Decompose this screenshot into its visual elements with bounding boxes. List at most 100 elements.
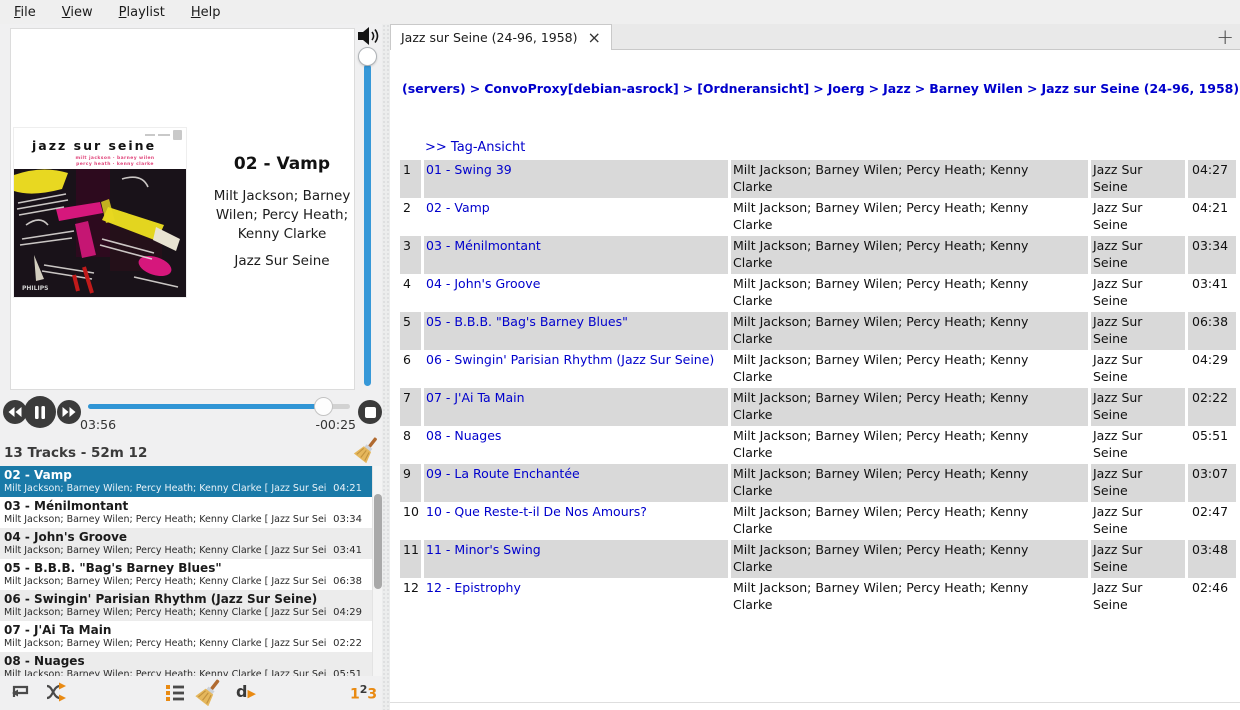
menu-view[interactable]: View [62,5,93,20]
repeat-icon[interactable] [8,680,32,704]
playlist-item[interactable]: 04 - John's GrooveMilt Jackson; Barney W… [0,528,372,559]
volume-slider[interactable] [364,64,371,386]
album-cover-title: jazz sur seine [32,138,156,153]
track-artists: Milt Jackson; Barney Wilen; Percy Heath;… [731,198,1088,236]
tab-close-icon[interactable]: × [588,31,601,45]
track-row: 505 - B.B.B. "Bag's Barney Blues"Milt Ja… [400,312,1232,350]
d-play-icon[interactable]: d▶ [236,682,256,701]
track-number: 11 [400,540,421,578]
track-row: 101 - Swing 39Milt Jackson; Barney Wilen… [400,160,1232,198]
breadcrumb-link[interactable]: (servers) [402,81,466,96]
album-art-painting: PHILIPS [14,169,186,297]
seek-bar[interactable] [88,404,350,409]
breadcrumb-separator: > [809,81,827,96]
track-row: 808 - NuagesMilt Jackson; Barney Wilen; … [400,426,1232,464]
new-tab-icon[interactable]: + [1216,25,1234,49]
track-title-cell: 04 - John's Groove [424,274,728,312]
panel-divider[interactable] [382,24,390,710]
track-title-link[interactable]: 08 - Nuages [426,428,501,443]
track-duration: 04:27 [1188,160,1236,198]
now-playing-album: Jazz Sur Seine [207,253,357,269]
playlist-item-title: 07 - J'Ai Ta Main [4,623,368,637]
playlist-item[interactable]: 05 - B.B.B. "Bag's Barney Blues"Milt Jac… [0,559,372,590]
track-duration: 03:41 [1188,274,1236,312]
track-number: 3 [400,236,421,274]
track-artists: Milt Jackson; Barney Wilen; Percy Heath;… [731,464,1088,502]
speaker-icon[interactable] [356,26,382,46]
browser-panel: Jazz sur Seine (24-96, 1958) × + (server… [390,24,1240,710]
track-album: Jazz Sur Seine [1091,388,1185,426]
track-title-link[interactable]: 03 - Ménilmontant [426,238,541,253]
track-title-link[interactable]: 07 - J'Ai Ta Main [426,390,525,405]
track-title-link[interactable]: 04 - John's Groove [426,276,540,291]
track-album: Jazz Sur Seine [1091,160,1185,198]
stop-button[interactable] [358,400,382,424]
menu-playlist[interactable]: Playlist [119,5,165,20]
playlist-item[interactable]: 06 - Swingin' Parisian Rhythm (Jazz Sur … [0,590,372,621]
clear-broom-icon[interactable] [194,678,224,706]
playlist-item-title: 04 - John's Groove [4,530,368,544]
playlist-item[interactable]: 08 - NuagesMilt Jackson; Barney Wilen; P… [0,652,372,676]
track-title-link[interactable]: 01 - Swing 39 [426,162,512,177]
track-album: Jazz Sur Seine [1091,578,1185,616]
track-title-link[interactable]: 10 - Que Reste-t-il De Nos Amours? [426,504,647,519]
seek-bar-knob[interactable] [314,397,333,416]
track-title-link[interactable]: 12 - Epistrophy [426,580,521,595]
track-row: 1111 - Minor's SwingMilt Jackson; Barney… [400,540,1232,578]
volume-slider-knob[interactable] [358,47,377,66]
pause-icon [34,406,46,419]
track-duration: 06:38 [1188,312,1236,350]
track-artists: Milt Jackson; Barney Wilen; Percy Heath;… [731,388,1088,426]
track-title-cell: 11 - Minor's Swing [424,540,728,578]
playlist-scrollbar-thumb[interactable] [374,494,382,589]
now-playing-artists: Milt Jackson; Barney Wilen; Percy Heath;… [206,187,358,244]
track-artists: Milt Jackson; Barney Wilen; Percy Heath;… [731,236,1088,274]
application-window: File View Playlist Help jazz sur seine m… [0,0,1240,710]
breadcrumb-separator: > [865,81,883,96]
playlist-item-title: 05 - B.B.B. "Bag's Barney Blues" [4,561,368,575]
playlist: 02 - VampMilt Jackson; Barney Wilen; Per… [0,466,372,676]
shuffle-icon[interactable] [44,680,70,704]
breadcrumb-link[interactable]: ConvoProxy[debian-asrock] [484,81,678,96]
breadcrumb-link[interactable]: [Ordneransicht] [697,81,809,96]
track-title-cell: 10 - Que Reste-t-il De Nos Amours? [424,502,728,540]
menu-help[interactable]: Help [191,5,221,20]
breadcrumb-link[interactable]: Joerg [828,81,865,96]
track-title-link[interactable]: 11 - Minor's Swing [426,542,541,557]
track-number: 6 [400,350,421,388]
track-row: 404 - John's GrooveMilt Jackson; Barney … [400,274,1232,312]
track-title-link[interactable]: 06 - Swingin' Parisian Rhythm (Jazz Sur … [426,352,714,367]
track-title-cell: 03 - Ménilmontant [424,236,728,274]
clear-playlist-broom-icon[interactable] [352,436,382,463]
breadcrumb-link[interactable]: Jazz sur Seine (24-96, 1958) [1041,81,1239,96]
track-title-link[interactable]: 05 - B.B.B. "Bag's Barney Blues" [426,314,628,329]
playlist-item[interactable]: 07 - J'Ai Ta MainMilt Jackson; Barney Wi… [0,621,372,652]
tag-view-link[interactable]: >> Tag-Ansicht [425,140,525,155]
track-title-cell: 06 - Swingin' Parisian Rhythm (Jazz Sur … [424,350,728,388]
playlist-item-artists-album: Milt Jackson; Barney Wilen; Percy Heath;… [4,606,326,620]
pause-button[interactable] [24,396,56,428]
svg-text:PHILIPS: PHILIPS [22,285,48,292]
track-number: 9 [400,464,421,502]
playlist-item-duration: 04:21 [333,483,362,494]
track-title-link[interactable]: 09 - La Route Enchantée [426,466,580,481]
breadcrumb-separator: > [1023,81,1041,96]
track-artists: Milt Jackson; Barney Wilen; Percy Heath;… [731,502,1088,540]
track-number: 10 [400,502,421,540]
list-icon[interactable] [164,680,186,704]
track-artists: Milt Jackson; Barney Wilen; Percy Heath;… [731,578,1088,616]
track-table: 101 - Swing 39Milt Jackson; Barney Wilen… [400,160,1232,616]
track-title-link[interactable]: 02 - Vamp [426,200,490,215]
breadcrumb-link[interactable]: Jazz [883,81,911,96]
tab-jazz-sur-seine[interactable]: Jazz sur Seine (24-96, 1958) × [390,24,612,50]
playlist-item[interactable]: 02 - VampMilt Jackson; Barney Wilen; Per… [0,466,372,497]
sort-numeric-icon[interactable]: 123 [350,683,377,703]
playlist-item[interactable]: 03 - MénilmontantMilt Jackson; Barney Wi… [0,497,372,528]
playlist-scrollbar[interactable] [372,466,382,676]
menu-file[interactable]: File [14,5,36,20]
now-playing-title: 02 - Vamp [207,154,357,174]
next-button[interactable] [57,400,81,424]
playlist-summary: 13 Tracks - 52m 12 [4,445,147,461]
breadcrumb-link[interactable]: Barney Wilen [929,81,1023,96]
playlist-item-artists-album: Milt Jackson; Barney Wilen; Percy Heath;… [4,482,326,496]
